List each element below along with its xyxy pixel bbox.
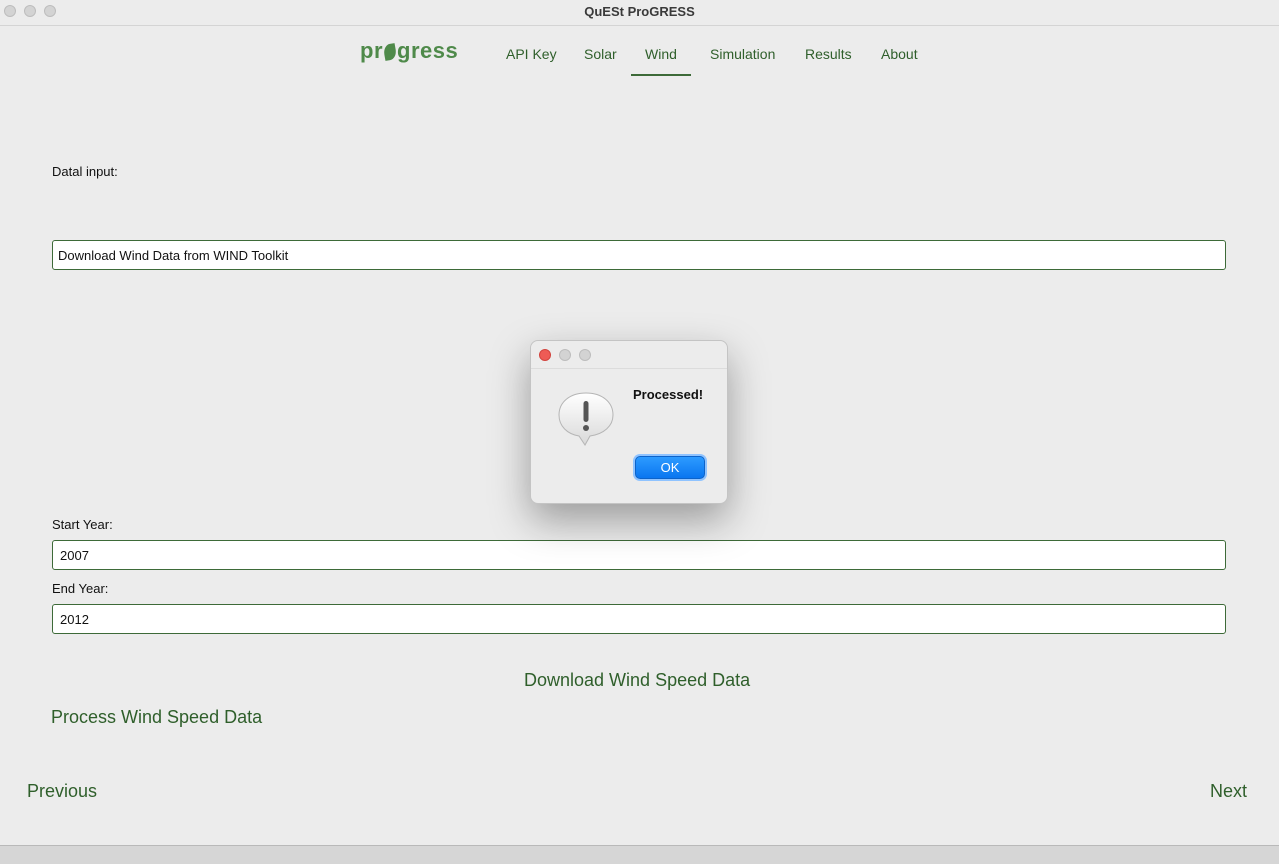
leaf-icon bbox=[382, 43, 398, 61]
progress-logo: pr gress bbox=[360, 38, 458, 64]
logo-text-prefix: pr bbox=[360, 38, 383, 63]
logo-text-suffix: gress bbox=[397, 38, 459, 63]
bottom-edge bbox=[0, 845, 1279, 864]
tab-about[interactable]: About bbox=[879, 46, 920, 76]
next-button[interactable]: Next bbox=[1210, 781, 1247, 802]
dialog-message: Processed! bbox=[633, 387, 704, 402]
exclamation-bubble-icon bbox=[558, 392, 614, 446]
start-year-label: Start Year: bbox=[52, 517, 113, 532]
process-wind-speed-button[interactable]: Process Wind Speed Data bbox=[51, 707, 262, 728]
top-navigation: pr gress API Key Solar Wind Simulation Re… bbox=[0, 26, 1279, 78]
ok-button[interactable]: OK bbox=[635, 456, 705, 479]
tab-simulation[interactable]: Simulation bbox=[708, 46, 777, 76]
data-input-label: Datal input: bbox=[52, 164, 118, 179]
tab-solar[interactable]: Solar bbox=[582, 46, 619, 76]
tab-api-key[interactable]: API Key bbox=[504, 46, 559, 76]
end-year-input[interactable] bbox=[52, 604, 1226, 634]
end-year-label: End Year: bbox=[52, 581, 109, 596]
window-title: QuESt ProGRESS bbox=[584, 4, 695, 19]
start-year-input[interactable] bbox=[52, 540, 1226, 570]
tab-results[interactable]: Results bbox=[803, 46, 854, 76]
previous-button[interactable]: Previous bbox=[27, 781, 97, 802]
dialog-minimize-button bbox=[559, 349, 571, 361]
dialog-titlebar bbox=[531, 341, 727, 369]
data-source-value: Download Wind Data from WIND Toolkit bbox=[58, 247, 289, 263]
download-wind-speed-button[interactable]: Download Wind Speed Data bbox=[524, 670, 750, 691]
processed-alert-dialog: Processed! OK bbox=[530, 340, 728, 504]
dialog-zoom-button bbox=[579, 349, 591, 361]
tab-wind[interactable]: Wind bbox=[631, 46, 691, 76]
data-source-select[interactable]: Download Wind Data from WIND Toolkit bbox=[52, 240, 1226, 270]
window-titlebar: QuESt ProGRESS bbox=[0, 0, 1279, 26]
dialog-close-button[interactable] bbox=[539, 349, 551, 361]
